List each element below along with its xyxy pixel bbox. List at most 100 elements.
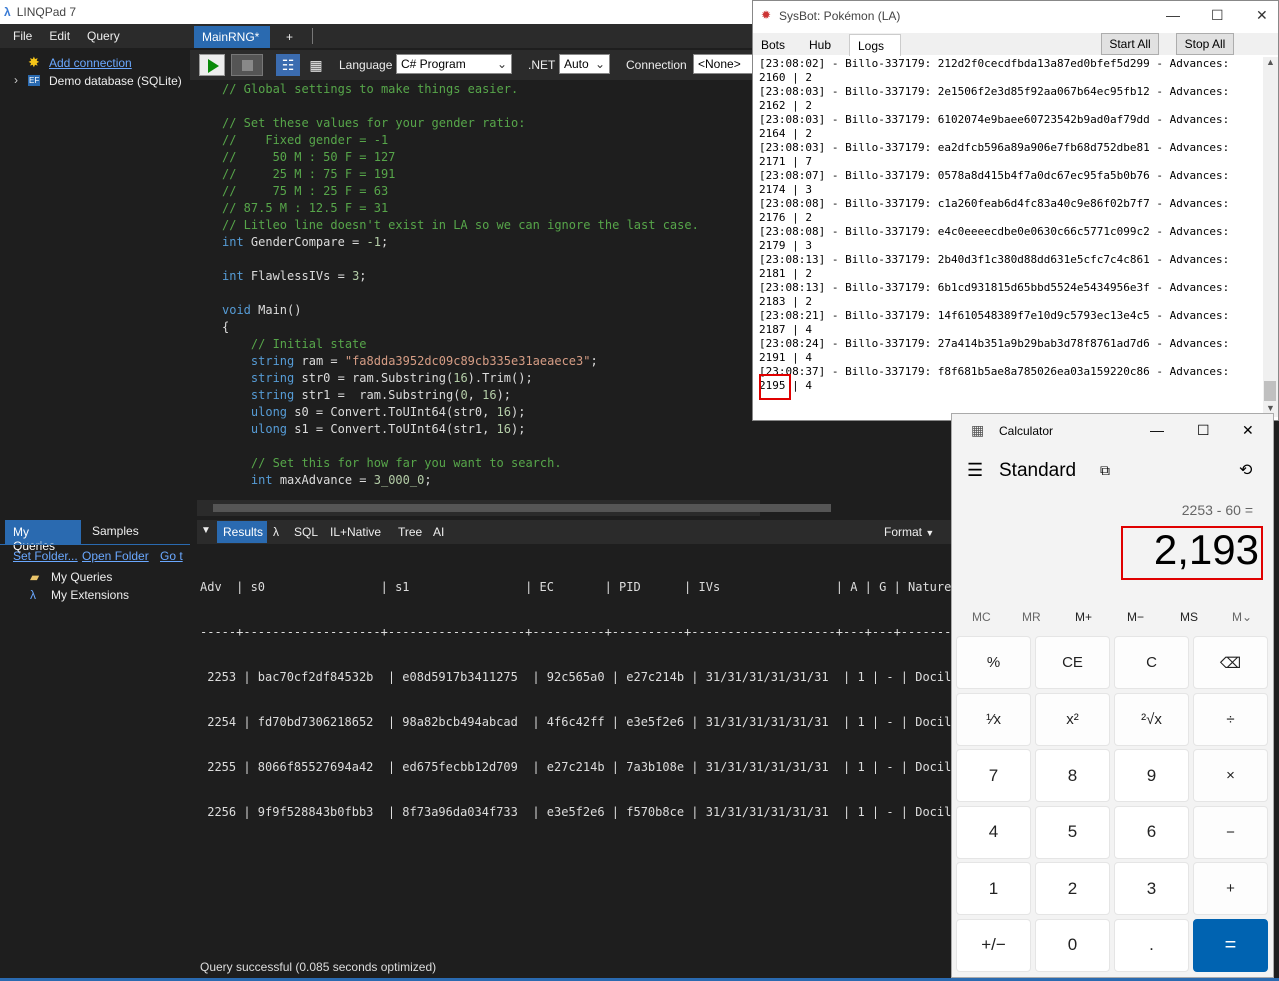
open-folder-link[interactable]: Open Folder	[82, 549, 149, 563]
tab-main-rng[interactable]: MainRNG*	[194, 26, 270, 48]
memory-add-button[interactable]: M+	[1075, 610, 1092, 624]
tab-hub[interactable]: Hub	[801, 34, 839, 56]
digit-9-button[interactable]: 9	[1114, 749, 1189, 802]
code-line: // 25 M : 75 F = 191	[222, 166, 762, 183]
plus-button[interactable]: +	[1193, 862, 1268, 915]
scroll-up-icon[interactable]: ▲	[1266, 57, 1275, 67]
equals-button[interactable]: =	[1193, 918, 1268, 972]
my-queries-item[interactable]: My Queries	[51, 570, 112, 584]
minimize-icon[interactable]: —	[1150, 422, 1164, 438]
digit-1-button[interactable]: 1	[956, 862, 1031, 915]
hamburger-icon[interactable]: ☰	[967, 460, 983, 481]
tab-sql[interactable]: SQL	[294, 525, 318, 539]
code-token: ;	[380, 235, 389, 249]
menu-edit[interactable]: Edit	[49, 29, 70, 43]
editor-scroll-thumb[interactable]	[213, 504, 831, 512]
code-token: // Global settings to make things easier…	[222, 82, 519, 96]
scroll-thumb[interactable]	[1264, 381, 1276, 401]
results-rich-grid-icon[interactable]: ▦	[304, 54, 328, 76]
queries-panel: My Queries Samples Set Folder... Open Fo…	[0, 520, 190, 981]
tab-il-native[interactable]: IL+Native	[330, 525, 381, 539]
tab-logs[interactable]: Logs	[849, 34, 901, 56]
memory-subtract-button[interactable]: M−	[1127, 610, 1144, 624]
menu-file[interactable]: File	[13, 29, 32, 43]
close-icon[interactable]: ✕	[1242, 422, 1254, 439]
memory-clear-button[interactable]: MC	[972, 610, 991, 624]
code-line: string str1 = ram.Substring(0, 16);	[222, 387, 762, 404]
results-table: Adv | s0 | s1 | EC | PID | IVs | A | G |…	[200, 550, 959, 835]
maximize-icon[interactable]: ☐	[1211, 7, 1224, 24]
calculator-app-icon: ▦	[971, 422, 985, 438]
code-token: // Initial state	[250, 337, 367, 351]
maximize-icon[interactable]: ☐	[1197, 422, 1210, 439]
digit-6-button[interactable]: 6	[1114, 805, 1189, 859]
tab-results[interactable]: Results	[217, 521, 267, 543]
code-token: 16	[496, 405, 511, 419]
code-token: // 50 M : 50 F = 127	[222, 150, 396, 164]
stop-query-button[interactable]	[231, 54, 263, 76]
memory-store-button[interactable]: MS	[1180, 610, 1198, 624]
set-folder-link[interactable]: Set Folder...	[13, 549, 78, 563]
minimize-icon[interactable]: —	[1166, 7, 1180, 23]
minus-button[interactable]: −	[1193, 805, 1268, 859]
percent-button[interactable]: %	[956, 636, 1031, 689]
start-all-button[interactable]: Start All	[1101, 33, 1159, 55]
log-scrollbar[interactable]: ▲ ▼	[1263, 57, 1278, 417]
go-to-link[interactable]: Go t	[160, 549, 183, 563]
tab-lambda[interactable]: λ	[273, 525, 279, 539]
close-icon[interactable]: ✕	[1256, 7, 1268, 24]
new-tab-button[interactable]: +	[276, 26, 306, 48]
connection-select[interactable]: <None>	[693, 54, 753, 74]
net-select[interactable]: Auto ⌄	[559, 54, 610, 74]
tab-ai[interactable]: AI	[433, 525, 444, 539]
results-grid-icon[interactable]: ☷	[276, 54, 300, 76]
square-root-button[interactable]: ²√x	[1114, 692, 1189, 746]
clear-button[interactable]: C	[1114, 636, 1189, 689]
chevron-right-icon[interactable]: ›	[14, 73, 18, 87]
code-token: Main()	[250, 303, 302, 317]
reciprocal-button[interactable]: ¹⁄x	[956, 692, 1031, 746]
tab-tree[interactable]: Tree	[398, 525, 422, 539]
digit-3-button[interactable]: 3	[1114, 862, 1189, 915]
scroll-down-icon[interactable]: ▼	[1266, 403, 1275, 413]
my-extensions-item[interactable]: My Extensions	[51, 588, 129, 602]
digit-4-button[interactable]: 4	[956, 805, 1031, 859]
digit-2-button[interactable]: 2	[1035, 862, 1110, 915]
code-token: 16	[496, 422, 511, 436]
tab-bots[interactable]: Bots	[753, 34, 793, 56]
stop-all-button[interactable]: Stop All	[1176, 33, 1234, 55]
format-menu[interactable]: Format ▼	[884, 525, 934, 539]
digit-5-button[interactable]: 5	[1035, 805, 1110, 859]
backspace-button[interactable]: ⌫	[1193, 636, 1268, 689]
memory-recall-button[interactable]: MR	[1022, 610, 1041, 624]
decimal-button[interactable]: .	[1114, 918, 1189, 972]
add-connection-link[interactable]: Add connection	[49, 56, 132, 70]
menu-query[interactable]: Query	[87, 29, 120, 43]
tab-my-queries[interactable]: My Queries	[5, 520, 81, 553]
tab-samples[interactable]: Samples	[92, 524, 139, 538]
language-select[interactable]: C# Program ⌄	[396, 54, 512, 74]
digit-0-button[interactable]: 0	[1035, 918, 1110, 972]
collapse-triangle-icon[interactable]: ▼	[201, 525, 211, 536]
log-line: [23:08:03] - Billo-337179: 2e1506f2e3d85…	[759, 85, 1230, 98]
clear-entry-button[interactable]: CE	[1035, 636, 1110, 689]
digit-7-button[interactable]: 7	[956, 749, 1031, 802]
history-icon[interactable]: ⟲	[1239, 460, 1252, 480]
run-query-button[interactable]	[199, 54, 225, 76]
multiply-button[interactable]: ×	[1193, 749, 1268, 802]
memory-list-button[interactable]: M⌄	[1232, 610, 1252, 624]
results-tab-bar: ▼ λ SQL IL+Native Tree AI Format ▼	[197, 520, 957, 544]
square-button[interactable]: x²	[1035, 692, 1110, 746]
digit-8-button[interactable]: 8	[1035, 749, 1110, 802]
negate-button[interactable]: +/−	[956, 918, 1031, 972]
demo-database-item[interactable]: Demo database (SQLite)	[49, 74, 182, 88]
menu-bar: File Edit Query	[0, 24, 190, 48]
divide-button[interactable]: ÷	[1193, 692, 1268, 746]
log-text[interactable]: [23:08:02] - Billo-337179: 212d2f0cecdfb…	[759, 57, 1263, 417]
keep-on-top-icon[interactable]: ⧉	[1100, 462, 1110, 479]
